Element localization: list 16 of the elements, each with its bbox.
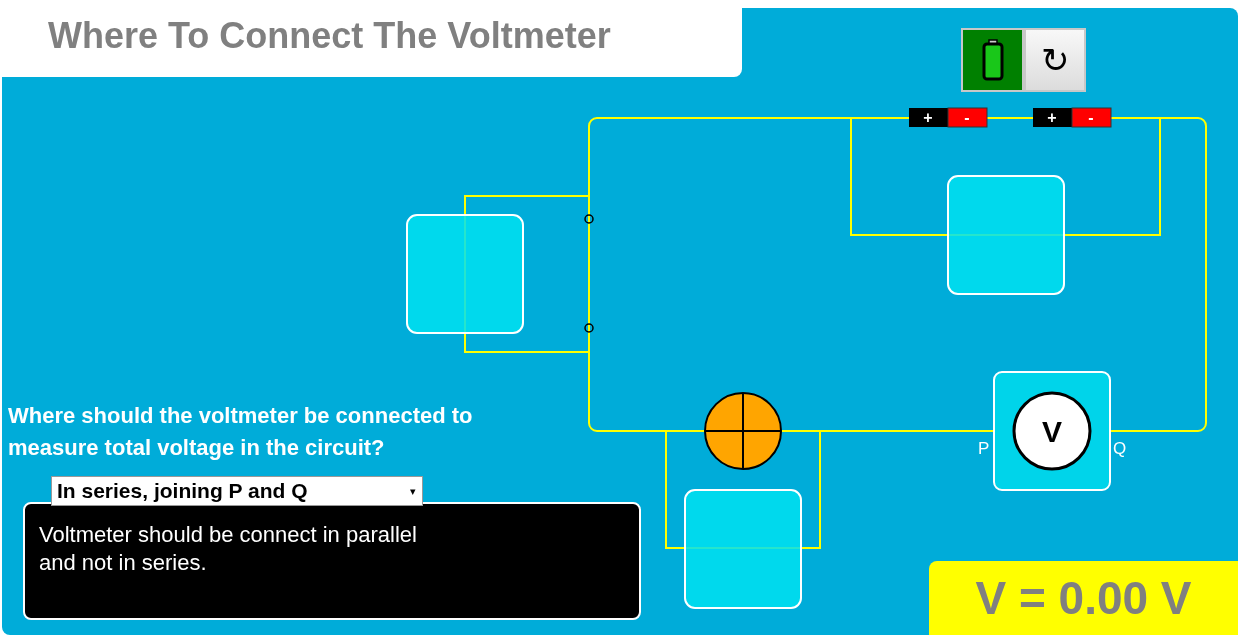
dropdown-arrow-icon: ▾ [410,482,416,500]
feedback-text: Voltmeter should be connect in parallel and not in series. [39,521,418,577]
battery-cell: + - [909,107,988,128]
voltage-reading: V = 0.00 V [975,570,1192,626]
answer-dropdown[interactable]: In series, joining P and Q ▾ [51,476,423,506]
question-text: Where should the voltmeter be connected to measure total voltage in the circuit? [8,402,474,462]
voltmeter: V [1012,391,1092,471]
battery-cell: + - [1033,107,1112,128]
battery-icon [981,39,1004,81]
battery-button[interactable] [961,28,1024,92]
reset-button[interactable]: ↻ [1024,28,1086,92]
connection-point [584,323,594,333]
terminal-label: Q [1113,439,1127,458]
connection-point [584,214,594,224]
terminal-label: P [978,439,990,458]
page-title: Where To Connect The Voltmeter [48,13,611,58]
